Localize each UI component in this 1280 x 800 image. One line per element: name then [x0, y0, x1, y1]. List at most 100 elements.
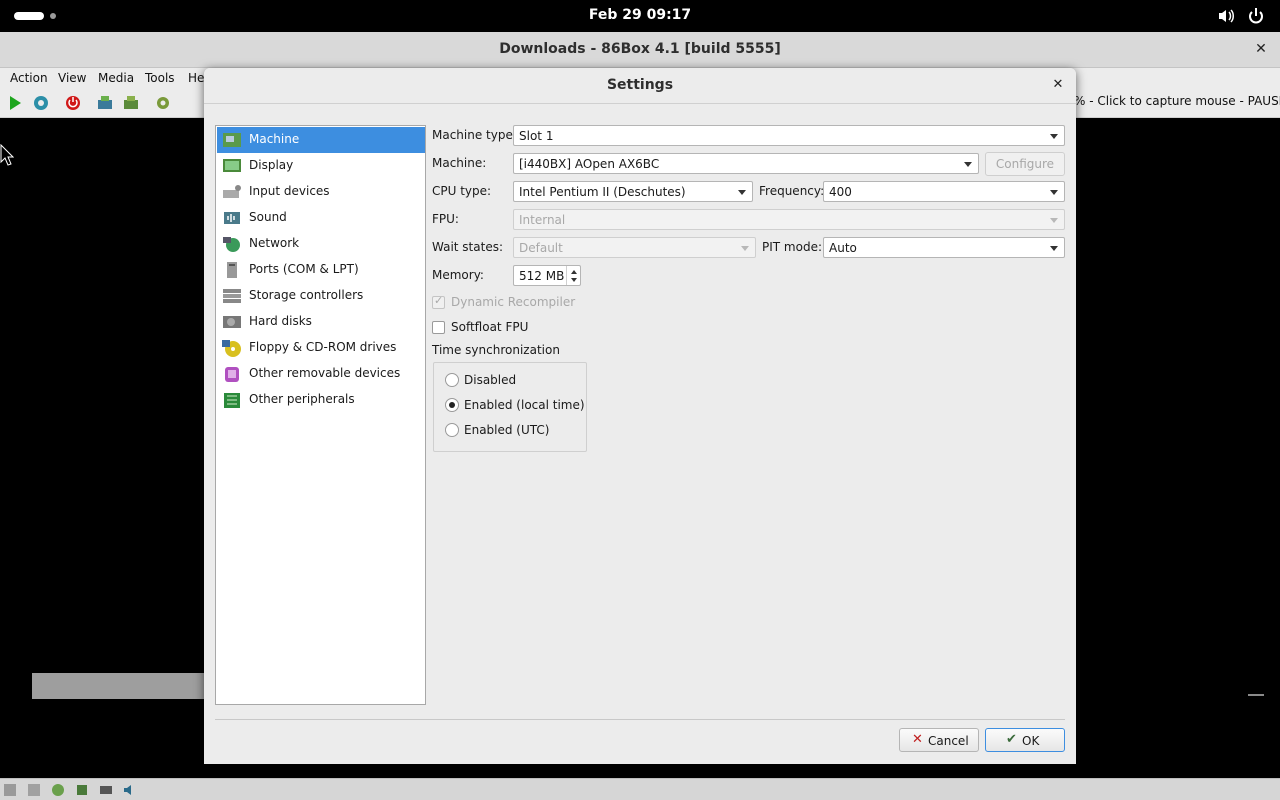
machine-icon — [223, 133, 241, 147]
machine-label: Machine: — [432, 156, 487, 170]
category-sound[interactable]: Sound — [217, 205, 425, 231]
mouse-cursor-icon — [0, 144, 14, 166]
time-sync-utc-label: Enabled (UTC) — [464, 423, 550, 437]
dialog-close-icon[interactable]: ✕ — [1050, 77, 1066, 93]
time-sync-disabled-label: Disabled — [464, 373, 517, 387]
dialog-header: Settings ✕ — [204, 68, 1076, 104]
machine-type-select[interactable]: Slot 1 — [513, 125, 1065, 146]
spin-down-icon[interactable] — [571, 278, 577, 282]
volume-icon[interactable] — [1216, 6, 1236, 26]
fpu-select[interactable]: Internal — [513, 209, 1065, 230]
hdd-status-icon[interactable] — [98, 782, 114, 798]
chevron-down-icon — [741, 246, 749, 251]
system-top-bar: Feb 29 09:17 — [0, 0, 1280, 32]
category-other-peripherals[interactable]: Other peripherals — [217, 387, 425, 413]
network-icon — [223, 237, 240, 252]
memory-spinbox[interactable]: 512 MB — [513, 265, 581, 286]
settings-icon[interactable] — [154, 94, 172, 112]
category-removable-devices[interactable]: Other removable devices — [217, 361, 425, 387]
floppy2-status-icon[interactable] — [26, 782, 42, 798]
ports-icon — [227, 262, 237, 278]
category-ports[interactable]: Ports (COM & LPT) — [217, 257, 425, 283]
ok-button[interactable]: ✔ OK — [985, 728, 1065, 752]
settings-dialog: Settings ✕ Machine Display Input devices… — [204, 68, 1076, 764]
chevron-down-icon — [1050, 134, 1058, 139]
floppy-cdrom-icon — [222, 340, 241, 357]
sound-status-icon[interactable] — [122, 782, 138, 798]
ctrl-alt-del-icon[interactable] — [96, 94, 114, 112]
menu-view[interactable]: View — [58, 71, 86, 85]
dialog-separator — [215, 719, 1065, 720]
dynamic-recompiler-label: Dynamic Recompiler — [451, 295, 576, 309]
category-network[interactable]: Network — [217, 231, 425, 257]
wait-states-select[interactable]: Default — [513, 237, 756, 258]
chevron-down-icon — [964, 162, 972, 167]
cpu-type-label: CPU type: — [432, 184, 492, 198]
cdrom-status-icon[interactable] — [50, 782, 66, 798]
display-icon — [223, 159, 241, 172]
removable-devices-icon — [225, 367, 239, 382]
category-machine[interactable]: Machine — [217, 127, 425, 153]
activities-button[interactable] — [14, 12, 44, 20]
background-panel — [32, 673, 204, 699]
floppy-status-icon[interactable] — [2, 782, 18, 798]
cancel-button[interactable]: ✕ Cancel — [899, 728, 979, 752]
pit-mode-label: PIT mode: — [762, 240, 822, 254]
main-status-bar — [0, 778, 1280, 800]
menu-tools[interactable]: Tools — [145, 71, 175, 85]
menu-media[interactable]: Media — [98, 71, 134, 85]
machine-select[interactable]: [i440BX] AOpen AX6BC — [513, 153, 979, 174]
time-sync-local-radio[interactable] — [445, 398, 459, 412]
chevron-down-icon — [738, 190, 746, 195]
time-sync-disabled-radio[interactable] — [445, 373, 459, 387]
sound-icon — [224, 212, 240, 224]
reset-icon[interactable] — [32, 94, 50, 112]
power-icon[interactable] — [1246, 6, 1266, 26]
cpu-type-select[interactable]: Intel Pentium II (Deschutes) — [513, 181, 753, 202]
time-sync-utc-radio[interactable] — [445, 423, 459, 437]
category-floppy-cdrom[interactable]: Floppy & CD-ROM drives — [217, 335, 425, 361]
memory-label: Memory: — [432, 268, 484, 282]
input-devices-icon — [223, 185, 241, 198]
dialog-title: Settings — [606, 77, 674, 93]
capture-status: % - Click to capture mouse - PAUSED — [1074, 94, 1280, 108]
softfloat-fpu-checkbox[interactable] — [432, 321, 445, 334]
cancel-icon: ✕ — [912, 732, 923, 747]
softfloat-fpu-label: Softfloat FPU — [451, 320, 529, 334]
time-sync-local-label: Enabled (local time) — [464, 398, 585, 412]
chevron-down-icon — [1050, 218, 1058, 223]
category-display[interactable]: Display — [217, 153, 425, 179]
network-status-icon[interactable] — [74, 782, 90, 798]
peripherals-icon — [224, 393, 240, 408]
category-storage-controllers[interactable]: Storage controllers — [217, 283, 425, 309]
power-off-icon[interactable] — [64, 94, 82, 112]
ctrl-alt-esc-icon[interactable] — [122, 94, 140, 112]
time-sync-group: Disabled Enabled (local time) Enabled (U… — [433, 362, 587, 452]
main-window-title: Downloads - 86Box 4.1 [build 5555] — [499, 41, 781, 57]
storage-controllers-icon — [223, 289, 241, 303]
clock[interactable]: Feb 29 09:17 — [560, 7, 720, 23]
chevron-down-icon — [1050, 246, 1058, 251]
ok-icon: ✔ — [1006, 732, 1017, 747]
main-title-bar: Downloads - 86Box 4.1 [build 5555] ✕ — [0, 32, 1280, 68]
fpu-label: FPU: — [432, 212, 459, 226]
machine-type-label: Machine type: — [432, 128, 517, 142]
category-hard-disks[interactable]: Hard disks — [217, 309, 425, 335]
pit-mode-select[interactable]: Auto — [823, 237, 1065, 258]
frequency-select[interactable]: 400 — [823, 181, 1065, 202]
category-input-devices[interactable]: Input devices — [217, 179, 425, 205]
category-list: Machine Display Input devices Sound Netw… — [215, 125, 426, 705]
menu-help[interactable]: He — [188, 71, 204, 85]
dynamic-recompiler-checkbox[interactable]: ✓ — [432, 294, 445, 309]
configure-button[interactable]: Configure — [985, 152, 1065, 176]
minimize-indicator — [1248, 694, 1264, 696]
menu-action[interactable]: Action — [10, 71, 48, 85]
time-sync-label: Time synchronization — [432, 343, 560, 357]
wait-states-label: Wait states: — [432, 240, 503, 254]
play-icon[interactable] — [6, 94, 24, 112]
checkmark-icon: ✓ — [434, 294, 444, 307]
hard-disk-icon — [223, 316, 241, 328]
chevron-down-icon — [1050, 190, 1058, 195]
spin-up-icon[interactable] — [571, 270, 577, 274]
main-close-icon[interactable]: ✕ — [1252, 41, 1270, 59]
